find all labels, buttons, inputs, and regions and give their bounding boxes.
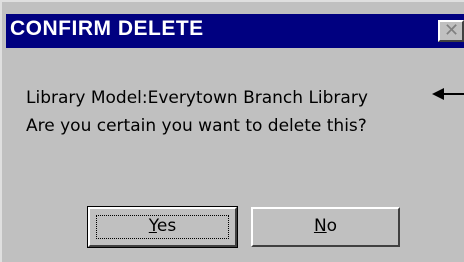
confirm-delete-dialog: CONFIRM DELETE ✕ Library Model:Everytown… — [0, 0, 464, 262]
left-arrow-icon — [432, 88, 464, 100]
no-label-rest: o — [326, 216, 338, 236]
title-bar[interactable]: CONFIRM DELETE ✕ — [6, 14, 464, 48]
dialog-title: CONFIRM DELETE — [10, 17, 204, 40]
yes-button[interactable]: Yes — [87, 206, 238, 248]
no-mnemonic: N — [313, 216, 327, 236]
close-button[interactable]: ✕ — [438, 20, 464, 42]
close-icon: ✕ — [444, 20, 460, 41]
no-button[interactable]: No — [251, 207, 400, 247]
message-line-1: Library Model:Everytown Branch Library — [26, 88, 368, 108]
focus-rectangle — [96, 215, 229, 239]
message-line-2: Are you certain you want to delete this? — [26, 116, 367, 136]
